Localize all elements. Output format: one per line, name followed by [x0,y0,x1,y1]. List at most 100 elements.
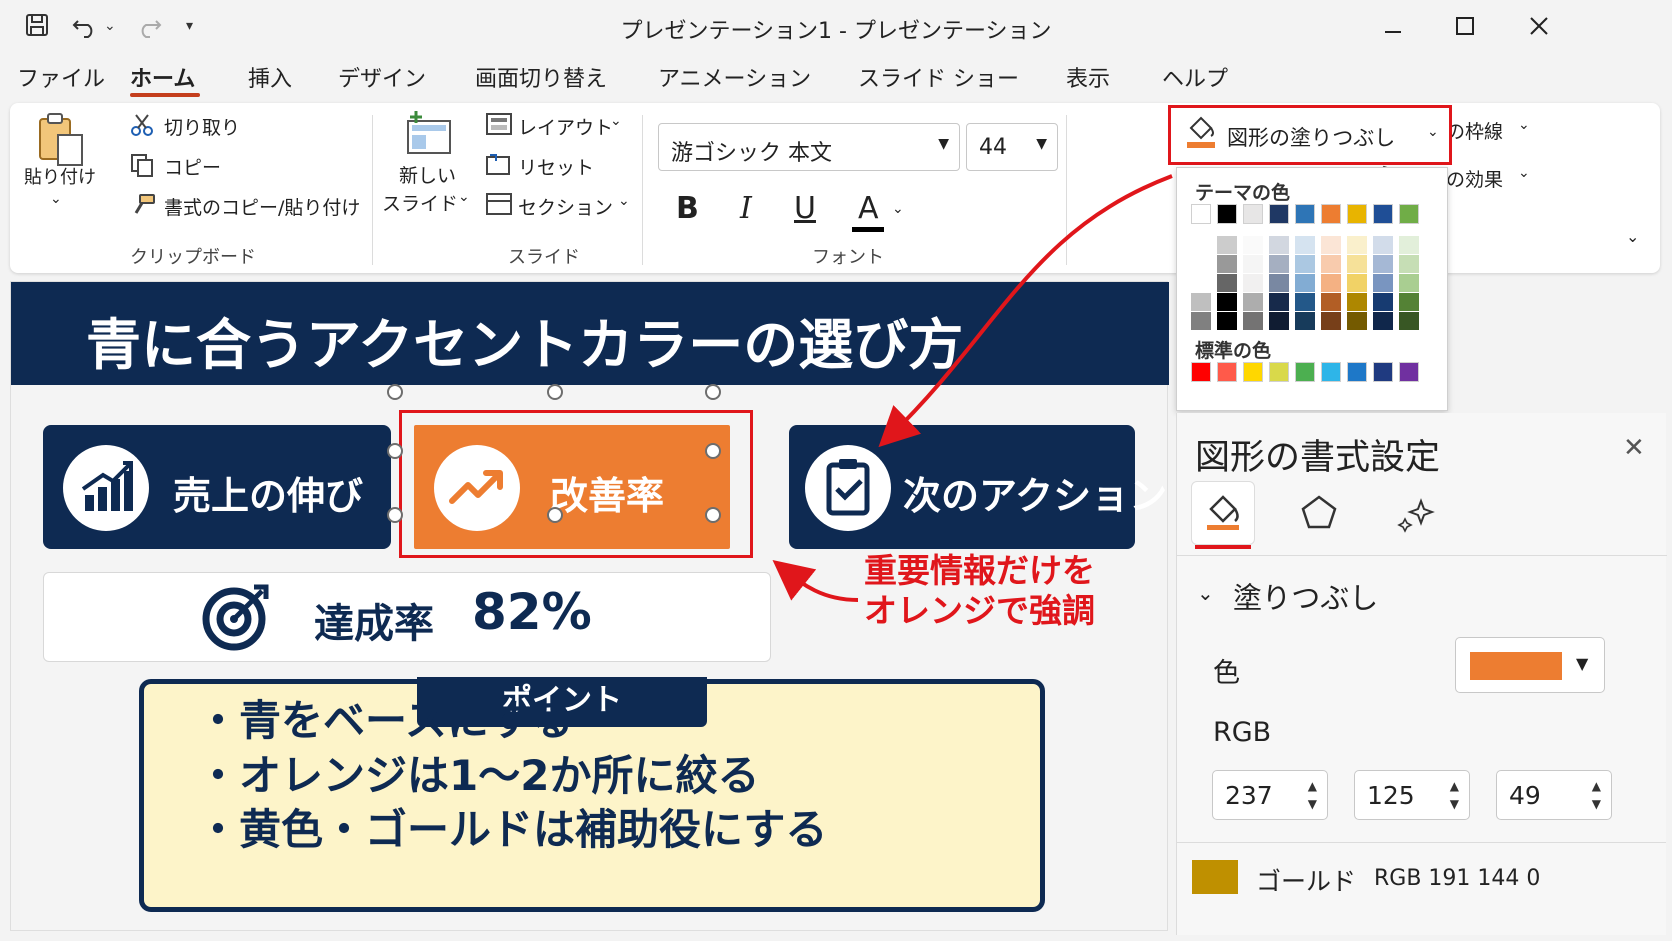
color-swatch[interactable] [1217,204,1237,224]
color-shade-swatch[interactable] [1347,236,1367,254]
reset-button[interactable]: リセット [518,153,594,180]
fill-section-title[interactable]: 塗りつぶし [1233,575,1378,617]
color-swatch[interactable] [1191,204,1211,224]
color-shade-swatch[interactable] [1373,274,1393,292]
card-sales-growth[interactable]: 売上の伸び [43,425,391,549]
color-shade-swatch[interactable] [1321,255,1341,273]
color-shade-swatch[interactable] [1373,312,1393,330]
standard-color-swatch[interactable] [1191,362,1211,382]
resize-handle[interactable] [705,384,721,400]
resize-handle[interactable] [547,507,563,523]
font-size-select[interactable]: 44 ▼ [966,123,1058,171]
color-shade-swatch[interactable] [1347,255,1367,273]
fill-section-toggle[interactable]: ⌄ [1197,581,1214,605]
color-shade-swatch[interactable] [1347,312,1367,330]
slide-title[interactable]: 青に合うアクセントカラーの選び方 [86,300,963,380]
green-value-spinner[interactable]: 125 ▲ ▼ [1354,770,1470,820]
color-shade-swatch[interactable] [1217,274,1237,292]
color-shade-swatch[interactable] [1399,255,1419,273]
effects-tab[interactable] [1287,481,1351,545]
color-swatch[interactable] [1347,204,1367,224]
metric-box[interactable]: 達成率 82% [43,572,771,662]
resize-handle[interactable] [387,443,403,459]
standard-color-swatch[interactable] [1243,362,1263,382]
color-shade-swatch[interactable] [1217,312,1237,330]
color-shade-swatch[interactable] [1269,293,1289,311]
resize-handle[interactable] [387,384,403,400]
tab-view[interactable]: 表示 [1066,61,1110,93]
color-shade-swatch[interactable] [1191,236,1211,254]
color-shade-swatch[interactable] [1321,236,1341,254]
color-shade-swatch[interactable] [1191,312,1211,330]
color-shade-swatch[interactable] [1269,274,1289,292]
tab-file[interactable]: ファイル [17,61,105,93]
color-shade-swatch[interactable] [1217,293,1237,311]
color-shade-swatch[interactable] [1295,274,1315,292]
color-shade-swatch[interactable] [1243,312,1263,330]
font-name-select[interactable]: 游ゴシック 本文 ▼ [658,123,960,171]
resize-handle[interactable] [387,507,403,523]
paste-button[interactable]: 貼り付け [24,163,96,189]
standard-color-swatch[interactable] [1269,362,1289,382]
fill-line-tab[interactable] [1191,481,1255,545]
spin-arrows-icon[interactable]: ▲ ▼ [1592,777,1601,813]
color-shade-swatch[interactable] [1295,255,1315,273]
standard-color-swatch[interactable] [1399,362,1419,382]
tab-home[interactable]: ホーム [130,61,195,93]
resize-handle[interactable] [705,507,721,523]
paste-dropdown-icon[interactable]: ⌄ [50,191,62,207]
red-value-spinner[interactable]: 237 ▲ ▼ [1212,770,1328,820]
color-shade-swatch[interactable] [1243,293,1263,311]
color-shade-swatch[interactable] [1295,236,1315,254]
minimize-button[interactable] [1368,8,1418,44]
color-shade-swatch[interactable] [1347,293,1367,311]
color-shade-swatch[interactable] [1373,236,1393,254]
new-slide-icon[interactable] [402,111,456,161]
color-shade-swatch[interactable] [1399,274,1419,292]
color-swatch[interactable] [1373,204,1393,224]
color-shade-swatch[interactable] [1269,236,1289,254]
close-icon[interactable]: ✕ [1623,433,1645,463]
resize-handle[interactable] [547,384,563,400]
tab-help[interactable]: ヘルプ [1162,61,1228,93]
italic-button[interactable]: I [740,191,752,226]
standard-color-swatch[interactable] [1347,362,1367,382]
color-shade-swatch[interactable] [1399,312,1419,330]
color-shade-swatch[interactable] [1191,293,1211,311]
font-color-dropdown-icon[interactable]: ⌄ [892,201,904,217]
spin-arrows-icon[interactable]: ▲ ▼ [1450,777,1459,813]
color-swatch[interactable] [1399,204,1419,224]
color-swatch[interactable] [1269,204,1289,224]
color-swatch[interactable] [1295,204,1315,224]
cut-button[interactable]: 切り取り [164,113,240,140]
color-shade-swatch[interactable] [1321,293,1341,311]
spin-arrows-icon[interactable]: ▲ ▼ [1308,777,1317,813]
ribbon-collapse-icon[interactable]: ⌄ [1626,227,1639,246]
close-button[interactable] [1514,8,1564,44]
color-shade-swatch[interactable] [1399,293,1419,311]
shape-fill-button[interactable]: 図形の塗りつぶし ⌄ [1168,105,1452,165]
standard-color-swatch[interactable] [1373,362,1393,382]
color-shade-swatch[interactable] [1191,255,1211,273]
blue-value-spinner[interactable]: 49 ▲ ▼ [1496,770,1612,820]
color-shade-swatch[interactable] [1243,236,1263,254]
format-painter-button[interactable]: 書式のコピー/貼り付け [164,193,360,220]
card-next-action[interactable]: 次のアクション [789,425,1167,549]
color-shade-swatch[interactable] [1373,255,1393,273]
tab-slideshow[interactable]: スライド ショー [858,61,1019,93]
color-shade-swatch[interactable] [1399,236,1419,254]
size-properties-tab[interactable] [1385,481,1449,545]
color-shade-swatch[interactable] [1243,274,1263,292]
tab-animations[interactable]: アニメーション [658,61,811,93]
standard-color-swatch[interactable] [1321,362,1341,382]
color-shade-swatch[interactable] [1295,312,1315,330]
font-color-button[interactable]: A [858,191,879,226]
color-shade-swatch[interactable] [1321,274,1341,292]
shape-effects-dropdown-icon[interactable]: ⌄ [1518,165,1530,181]
tab-transitions[interactable]: 画面切り替え [475,61,607,93]
maximize-button[interactable] [1440,8,1490,44]
color-swatch[interactable] [1321,204,1341,224]
color-shade-swatch[interactable] [1269,312,1289,330]
color-shade-swatch[interactable] [1217,236,1237,254]
section-button[interactable]: セクション [518,193,613,220]
